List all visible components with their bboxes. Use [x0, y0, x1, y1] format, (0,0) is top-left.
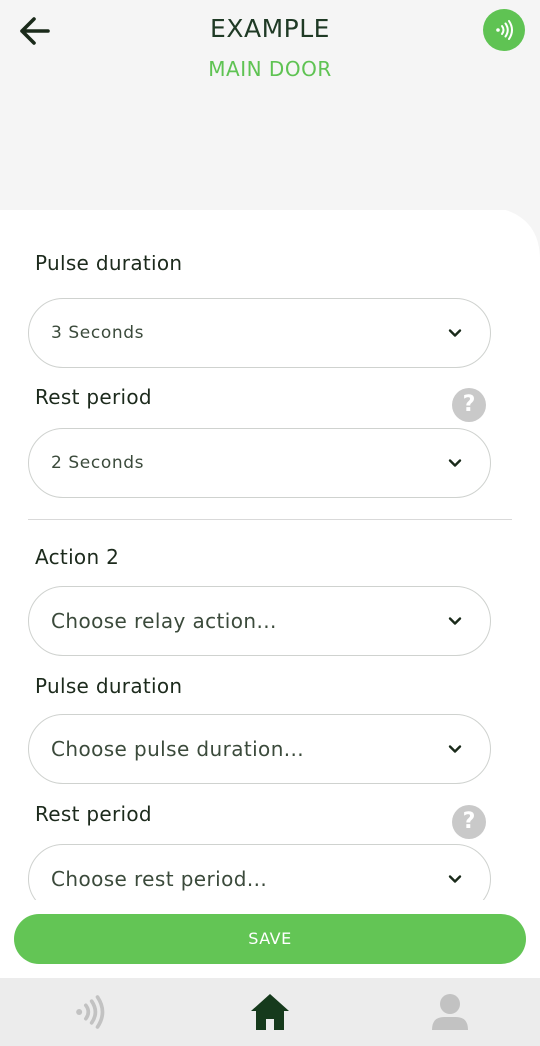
help-icon[interactable]: ? [452, 805, 486, 839]
selected-value: 2 Seconds [51, 453, 145, 473]
nfc-status-button[interactable] [483, 9, 525, 51]
nfc-signal-icon [496, 20, 513, 40]
placeholder-text: Choose rest period... [51, 867, 268, 891]
home-icon [251, 994, 289, 1030]
pulse-duration-select-2[interactable]: Choose pulse duration... [28, 714, 491, 784]
save-button[interactable]: SAVE [14, 914, 526, 964]
chevron-down-icon [448, 617, 462, 625]
user-icon [432, 994, 468, 1030]
chevron-down-icon [448, 459, 462, 467]
tab-nfc[interactable] [0, 978, 180, 1046]
page-subtitle: MAIN DOOR [208, 57, 332, 81]
tab-profile[interactable] [360, 978, 540, 1046]
settings-form[interactable]: Pulse duration 3 Seconds Rest period ? 2… [0, 255, 540, 900]
pulse-duration-select-1[interactable]: 3 Seconds [28, 298, 491, 368]
chevron-down-icon [448, 875, 462, 883]
tab-home[interactable] [180, 978, 360, 1046]
action-2-heading: Action 2 [35, 545, 120, 569]
bottom-tab-bar [0, 978, 540, 1046]
help-icon[interactable]: ? [452, 388, 486, 422]
relay-action-select[interactable]: Choose relay action... [28, 586, 491, 656]
header-wave-shape [0, 150, 540, 260]
pulse-duration-label-2: Pulse duration [35, 674, 183, 698]
chevron-down-icon [448, 745, 462, 753]
rest-period-select-2[interactable]: Choose rest period... [28, 844, 491, 900]
selected-value: 3 Seconds [51, 323, 145, 343]
placeholder-text: Choose relay action... [51, 609, 277, 633]
rest-period-label-2: Rest period [35, 802, 152, 826]
pulse-duration-label-partial: Pulse duration [35, 255, 183, 275]
rest-period-select-1[interactable]: 2 Seconds [28, 428, 491, 498]
chevron-down-icon [448, 329, 462, 337]
nfc-icon [76, 995, 105, 1029]
section-divider [28, 519, 512, 520]
rest-period-label-1: Rest period [35, 385, 152, 409]
page-title: EXAMPLE [210, 14, 330, 43]
placeholder-text: Choose pulse duration... [51, 737, 305, 761]
